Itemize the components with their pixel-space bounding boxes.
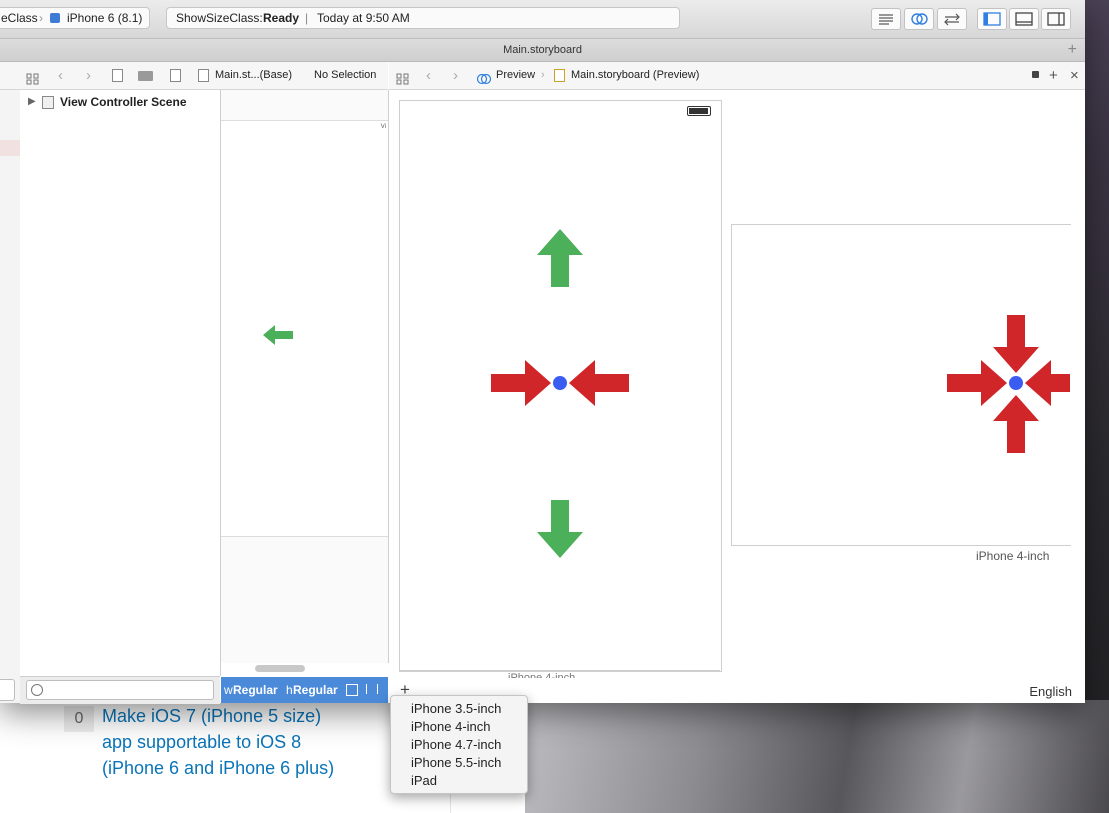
arrows-swap-icon: [944, 13, 960, 26]
group-file-icon[interactable]: [170, 62, 181, 89]
lines-icon: [879, 14, 893, 25]
lock-icon[interactable]: [1032, 71, 1039, 78]
scene-header-text: Vi: [380, 124, 386, 130]
right-panel-icon: [1047, 12, 1065, 26]
menu-item-iphone-4[interactable]: iPhone 4-inch: [411, 718, 491, 736]
chevron-right-icon: ›: [541, 69, 545, 81]
device2-label: iPhone 4-inch: [976, 549, 1050, 563]
crumb-file[interactable]: Main.storyboard (Preview): [571, 62, 699, 89]
activity-time: Today at 9:50 AM: [317, 11, 410, 25]
add-tab-button[interactable]: +: [1068, 39, 1077, 61]
outline-filter-input[interactable]: [26, 680, 214, 700]
align-icon[interactable]: [366, 684, 378, 694]
document-outline: ▶ View Controller Scene: [20, 90, 221, 676]
bottom-panel-icon: [1015, 12, 1033, 26]
related-items-icon[interactable]: [396, 69, 410, 89]
chevron-right-icon: ›: [39, 11, 43, 25]
forward-icon[interactable]: ›: [86, 62, 91, 89]
size-height-class: Regular: [293, 683, 338, 697]
project-file-icon[interactable]: [112, 62, 123, 89]
jumpbar-left: ‹ › Main.st...(Base) No Selection: [0, 62, 388, 90]
size-h-prefix: h: [286, 683, 293, 697]
assistant-rings-icon: [911, 13, 928, 25]
vote-count: 0: [64, 706, 94, 732]
scheme-device: iPhone 6 (8.1): [67, 11, 143, 25]
menu-item-ipad[interactable]: iPad: [411, 772, 437, 790]
window-toolbar: eClass › iPhone 6 (8.1) ShowSizeClass: R…: [0, 0, 1085, 39]
scene-icon: [42, 96, 54, 109]
center-dot-icon: [1009, 376, 1023, 390]
scheme-target: eClass: [1, 11, 38, 25]
add-editor-button[interactable]: +: [1049, 62, 1058, 89]
selected-row-highlight: [0, 140, 20, 156]
tab-title: Main.storyboard: [503, 44, 582, 56]
left-panel-icon: [983, 12, 1001, 26]
toggle-debug-area-button[interactable]: [1009, 8, 1039, 30]
standard-editor-button[interactable]: [871, 8, 901, 30]
activity-viewer: ShowSizeClass: Ready | Today at 9:50 AM: [166, 7, 680, 29]
canvas-scrollbar[interactable]: [255, 665, 305, 672]
activity-status: Ready: [263, 11, 300, 25]
size-w-prefix: w: [224, 683, 233, 697]
assistant-rings-icon: [476, 69, 492, 89]
view-controller-scene[interactable]: [221, 136, 388, 537]
up-arrow-icon: [993, 395, 1039, 453]
right-arrow-icon: [491, 360, 551, 406]
crumb-file[interactable]: Main.st...(Base): [215, 62, 292, 89]
outline-scene-label: View Controller Scene: [60, 95, 187, 109]
storyboard-file-icon: [554, 62, 565, 89]
pin-icon[interactable]: [346, 684, 358, 696]
menu-item-iphone-4-7[interactable]: iPhone 4.7-inch: [411, 736, 501, 754]
version-editor-button[interactable]: [937, 8, 967, 30]
left-arrow-icon: [263, 325, 293, 345]
crumb-selection[interactable]: No Selection: [314, 62, 376, 89]
outline-filter-bar: [20, 676, 220, 704]
filter-icon: [31, 684, 43, 696]
crumb-mode[interactable]: Preview: [496, 62, 535, 89]
device-footer-line: [399, 670, 720, 671]
related-items-icon[interactable]: [26, 69, 40, 89]
left-arrow-icon: [569, 360, 629, 406]
back-icon[interactable]: ‹: [426, 62, 431, 89]
activity-project: ShowSizeClass:: [176, 11, 263, 25]
toggle-utilities-button[interactable]: [1041, 8, 1071, 30]
jumpbar-right: ‹ › Preview › Main.storyboard (Preview) …: [389, 62, 1085, 90]
preview-language[interactable]: English: [1029, 684, 1072, 699]
disclosure-triangle-icon[interactable]: ▶: [28, 96, 36, 107]
scheme-selector[interactable]: eClass › iPhone 6 (8.1): [0, 7, 150, 29]
navigator-strip: [0, 90, 21, 703]
navigator-filter-stub[interactable]: [0, 679, 15, 701]
forward-icon[interactable]: ›: [453, 62, 458, 89]
size-width-class: Regular: [233, 683, 278, 697]
device-icon: [50, 13, 60, 23]
desktop-wallpaper-rock: [525, 700, 1109, 813]
close-editor-button[interactable]: ×: [1070, 62, 1079, 89]
folder-icon[interactable]: [138, 71, 153, 81]
up-arrow-icon: [537, 229, 583, 287]
activity-separator: |: [305, 11, 309, 25]
toggle-navigator-button[interactable]: [977, 8, 1007, 30]
question-link[interactable]: Make iOS 7 (iPhone 5 size) app supportab…: [102, 703, 352, 781]
assistant-editor-button[interactable]: [904, 8, 934, 30]
menu-item-iphone-3-5[interactable]: iPhone 3.5-inch: [411, 700, 501, 718]
back-icon[interactable]: ‹: [58, 62, 63, 89]
battery-level: [689, 108, 708, 114]
add-device-menu: iPhone 3.5-inch iPhone 4-inch iPhone 4.7…: [390, 695, 528, 794]
tab-main-storyboard[interactable]: Main.storyboard +: [0, 39, 1085, 62]
storyboard-file-icon: [198, 62, 209, 89]
down-arrow-icon: [537, 500, 583, 558]
menu-item-iphone-5-5[interactable]: iPhone 5.5-inch: [411, 754, 501, 772]
size-class-bar[interactable]: w Regular h Regular: [221, 677, 388, 703]
center-dot-icon: [553, 376, 567, 390]
